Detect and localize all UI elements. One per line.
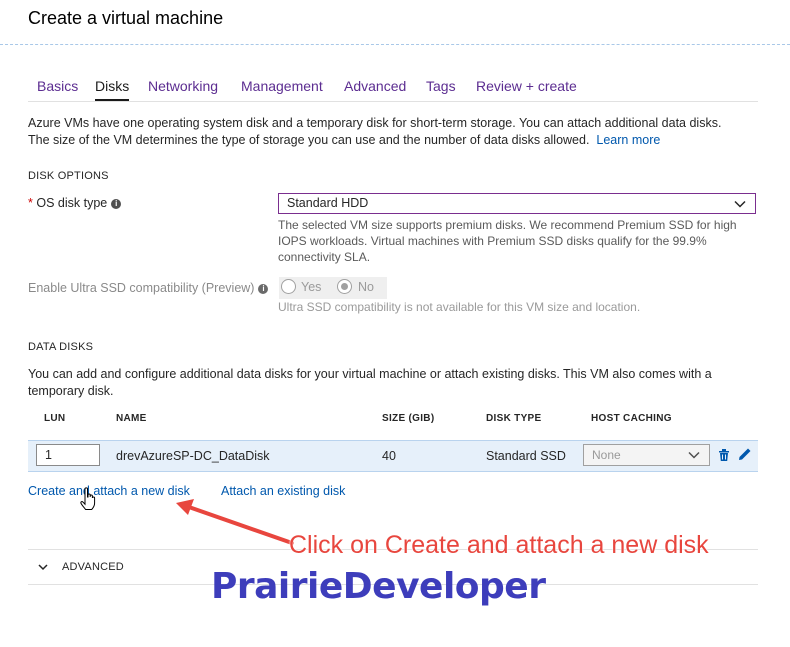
tab-basics[interactable]: Basics xyxy=(37,78,78,94)
ultra-no-label: No xyxy=(358,280,374,294)
os-disk-hint: The selected VM size supports premium di… xyxy=(278,217,758,265)
col-header-host-caching: HOST CACHING xyxy=(591,413,672,424)
chevron-down-icon xyxy=(688,451,700,459)
info-icon[interactable]: i xyxy=(111,198,122,209)
ultra-no-radio[interactable] xyxy=(337,279,352,294)
os-disk-hint-line-2: IOPS workloads. Virtual machines with Pr… xyxy=(278,234,707,248)
lun-input[interactable]: 1 xyxy=(36,444,100,466)
disk-options-heading: DISK OPTIONS xyxy=(28,170,109,182)
os-disk-type-select[interactable]: Standard HDD xyxy=(278,193,756,214)
advanced-section-toggle[interactable]: ADVANCED xyxy=(62,561,124,573)
os-disk-hint-line-3: connectivity SLA. xyxy=(278,250,371,264)
col-header-lun: LUN xyxy=(44,413,66,424)
data-disks-heading: DATA DISKS xyxy=(28,341,94,353)
ultra-ssd-hint: Ultra SSD compatibility is not available… xyxy=(278,300,641,314)
os-disk-type-label: * OS disk type i xyxy=(28,196,122,210)
ultra-yes-radio[interactable] xyxy=(281,279,296,294)
disk-size: 40 xyxy=(382,449,396,463)
chevron-down-icon xyxy=(734,200,746,208)
tab-divider xyxy=(28,101,758,102)
chevron-down-icon[interactable] xyxy=(37,561,49,573)
pencil-icon[interactable] xyxy=(736,446,753,463)
title-divider xyxy=(0,44,790,45)
annotation-callout: Click on Create and attach a new disk xyxy=(289,531,709,559)
data-disks-desc-line-2: temporary disk. xyxy=(28,384,114,398)
annotation-arrow xyxy=(176,499,294,545)
host-caching-select[interactable]: None xyxy=(583,444,710,466)
disk-name: drevAzureSP-DC_DataDisk xyxy=(116,449,270,463)
tab-networking[interactable]: Networking xyxy=(148,78,218,94)
trash-icon[interactable] xyxy=(716,447,732,463)
col-header-size: SIZE (GIB) xyxy=(382,413,435,424)
data-disks-description: You can add and configure additional dat… xyxy=(28,366,768,400)
hand-cursor-icon xyxy=(80,487,96,510)
tab-review-create[interactable]: Review + create xyxy=(476,78,577,94)
watermark-brand: PrairieDeveloper xyxy=(211,566,546,607)
os-disk-type-label-text: OS disk type xyxy=(36,196,108,210)
page-title: Create a virtual machine xyxy=(28,8,224,28)
ultra-ssd-label-text: Enable Ultra SSD compatibility (Preview) xyxy=(28,281,255,295)
ultra-ssd-radio-group: Yes No xyxy=(279,277,387,299)
host-caching-value: None xyxy=(592,448,621,462)
ultra-ssd-label: Enable Ultra SSD compatibility (Preview)… xyxy=(28,281,269,295)
learn-more-link[interactable]: Learn more xyxy=(596,133,660,147)
col-header-disk-type: DISK TYPE xyxy=(486,413,542,424)
os-disk-hint-line-1: The selected VM size supports premium di… xyxy=(278,218,737,232)
intro-line-2: The size of the VM determines the type o… xyxy=(28,133,590,147)
os-disk-type-value: Standard HDD xyxy=(287,196,369,210)
tab-disks[interactable]: Disks xyxy=(95,78,130,101)
required-mark: * xyxy=(28,196,33,210)
intro-text: Azure VMs have one operating system disk… xyxy=(28,115,768,149)
ultra-yes-label: Yes xyxy=(301,280,322,294)
tab-advanced[interactable]: Advanced xyxy=(344,78,406,94)
tab-tags[interactable]: Tags xyxy=(426,78,456,94)
col-header-name: NAME xyxy=(116,413,147,424)
tab-management[interactable]: Management xyxy=(241,78,323,94)
info-icon[interactable]: i xyxy=(258,283,269,294)
disk-type: Standard SSD xyxy=(486,449,566,463)
intro-line-1: Azure VMs have one operating system disk… xyxy=(28,116,722,130)
create-attach-new-disk-link[interactable]: Create and attach a new disk xyxy=(28,483,190,500)
data-disks-desc-line-1: You can add and configure additional dat… xyxy=(28,367,712,381)
